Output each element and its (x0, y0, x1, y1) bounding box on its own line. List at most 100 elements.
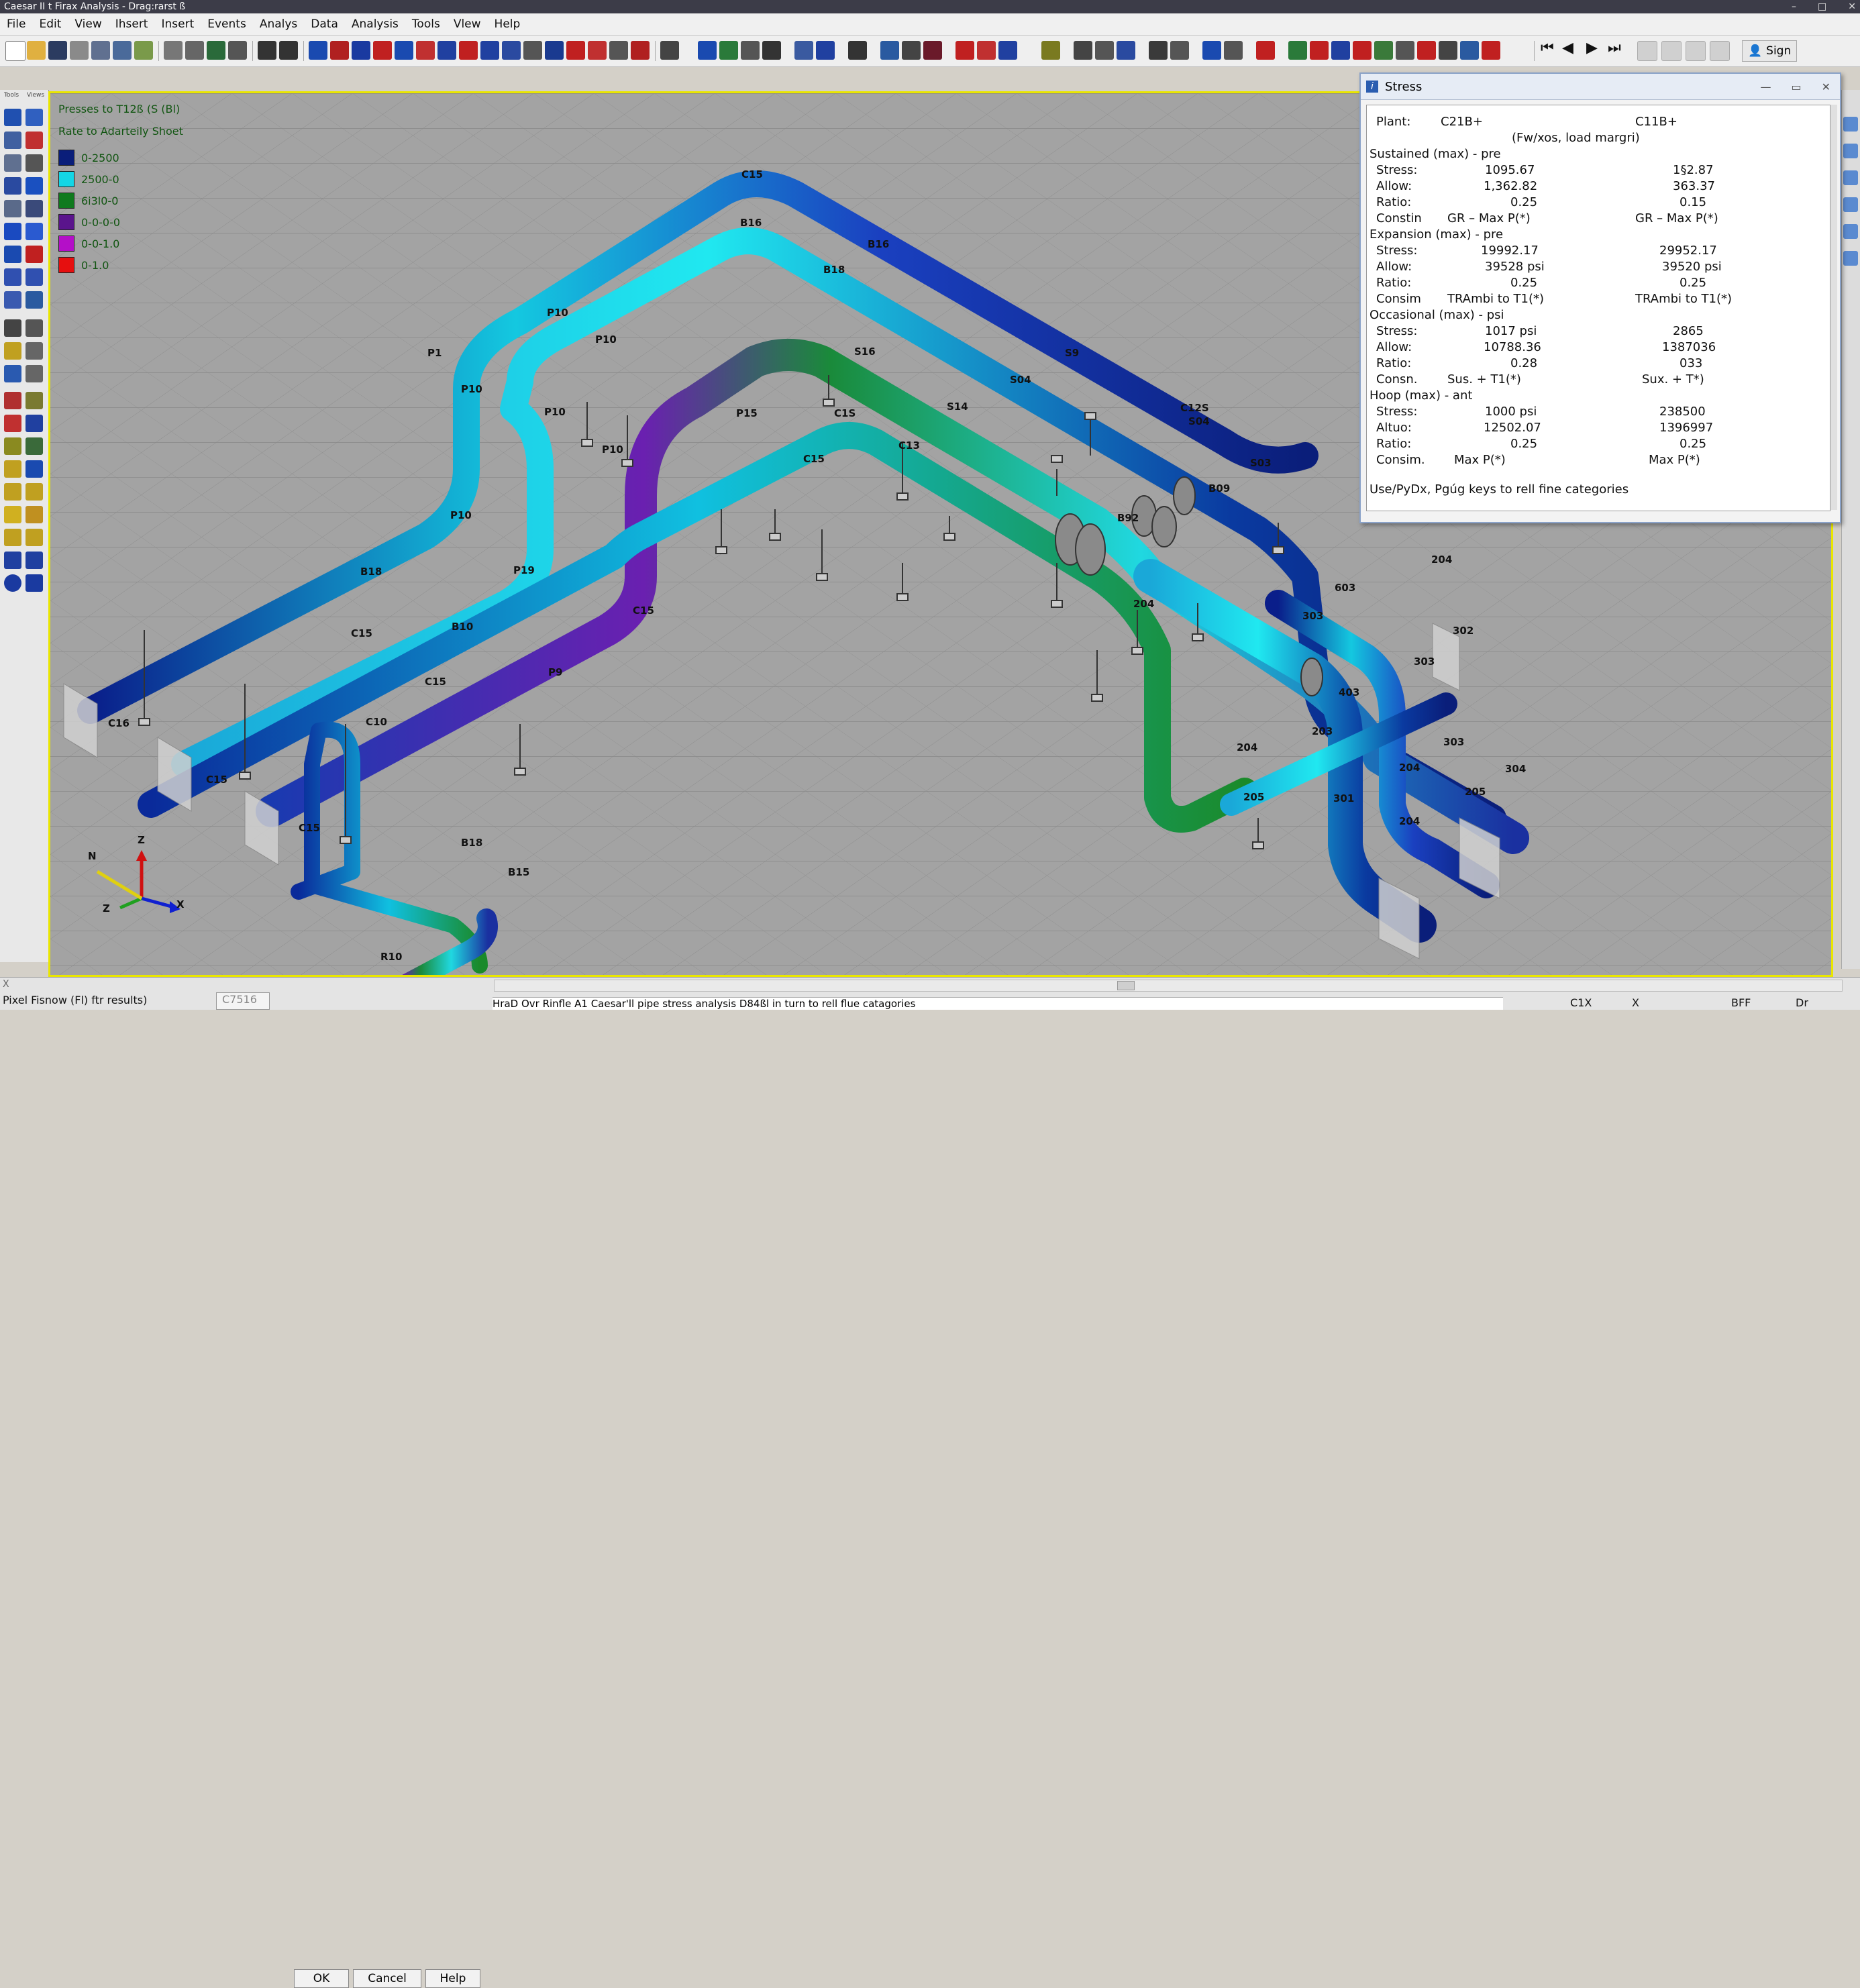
horizontal-scrollbar[interactable] (494, 980, 1843, 992)
anchor-tool-icon[interactable] (4, 177, 21, 195)
panel-close-button[interactable]: ✕ (1822, 81, 1830, 93)
force-icon[interactable] (588, 41, 607, 60)
list-icon[interactable] (1170, 41, 1189, 60)
animate-icon[interactable] (1460, 41, 1479, 60)
nozzle-icon[interactable] (523, 41, 542, 60)
snap-icon[interactable] (902, 41, 921, 60)
first-element-icon[interactable]: ⏮ (1541, 40, 1554, 56)
menu-file[interactable]: File (0, 17, 32, 31)
menu-help[interactable]: Help (488, 17, 527, 31)
menu-view[interactable]: View (68, 17, 108, 31)
cloud-tool-icon[interactable] (25, 177, 43, 195)
support-tool-icon[interactable] (4, 552, 21, 569)
panel-maximize-button[interactable]: ▭ (1791, 81, 1801, 93)
view-front-icon[interactable] (816, 41, 835, 60)
menu-vlew[interactable]: Vlew (447, 17, 488, 31)
new-file-icon[interactable] (5, 41, 25, 61)
right-tool-4-icon[interactable] (1843, 197, 1858, 212)
filter-tool-icon[interactable] (25, 574, 43, 592)
hanger-icon[interactable] (395, 41, 413, 60)
menu-insert[interactable]: Insert (154, 17, 201, 31)
block-tool-icon[interactable] (4, 529, 21, 546)
pointer-tool-icon[interactable] (4, 109, 21, 126)
render-icon[interactable] (923, 41, 942, 60)
menu-data[interactable]: Data (304, 17, 345, 31)
nodes2-tool-icon[interactable] (25, 291, 43, 309)
batch-icon[interactable] (113, 41, 132, 60)
diamond-tool-icon[interactable] (4, 506, 21, 523)
link-tool-icon[interactable] (4, 365, 21, 382)
flange-icon[interactable] (416, 41, 435, 60)
cut-icon[interactable] (164, 41, 183, 60)
pan-icon[interactable] (719, 41, 738, 60)
tank-tool-icon[interactable] (25, 437, 43, 455)
cursor-icon[interactable] (848, 41, 867, 60)
report-icon[interactable] (1095, 41, 1114, 60)
move-tool-icon[interactable] (4, 415, 21, 432)
line-icon[interactable] (955, 41, 974, 60)
restraint-icon[interactable] (373, 41, 392, 60)
ok-button[interactable]: OK (294, 1969, 349, 1988)
static-analysis-icon[interactable] (1288, 41, 1307, 60)
cancel-button[interactable]: Cancel (353, 1969, 421, 1988)
menu-tools[interactable]: Tools (405, 17, 447, 31)
drop-tool-icon[interactable] (25, 223, 43, 240)
menu-analys[interactable]: Analys (253, 17, 304, 31)
help-button[interactable]: Help (425, 1969, 480, 1988)
redo-icon[interactable] (279, 41, 298, 60)
print-icon[interactable] (70, 41, 89, 60)
reducer-icon[interactable] (480, 41, 499, 60)
print-preview-icon[interactable] (91, 41, 110, 60)
summary-icon[interactable] (1439, 41, 1457, 60)
right-tool-5-icon[interactable] (1843, 224, 1858, 239)
right-tool-1-icon[interactable] (1843, 117, 1858, 132)
node-icon[interactable] (977, 41, 996, 60)
measure-icon[interactable] (998, 41, 1017, 60)
uniform-load-icon[interactable] (631, 41, 650, 60)
maximize-button[interactable]: □ (1814, 0, 1826, 13)
panel-minimize-button[interactable]: — (1760, 81, 1771, 93)
fill-tool-icon[interactable] (4, 223, 21, 240)
ruler-tool-icon[interactable] (4, 460, 21, 478)
shape-tool-icon[interactable] (25, 319, 43, 337)
route-tool-icon[interactable] (4, 132, 21, 149)
select-icon[interactable] (309, 41, 327, 60)
menu-ihsert[interactable]: Ihsert (109, 17, 155, 31)
panel-icon[interactable] (1224, 41, 1243, 60)
info-tool-icon[interactable] (4, 574, 21, 592)
status-field[interactable]: C7516 (216, 992, 270, 1010)
valve-icon[interactable] (437, 41, 456, 60)
lines-tool-icon[interactable] (25, 342, 43, 360)
pencil-tool-icon[interactable] (25, 109, 43, 126)
sign-in-button[interactable]: 👤 Sign (1742, 40, 1798, 62)
menu-analysis[interactable]: Analysis (345, 17, 405, 31)
flask-tool-icon[interactable] (4, 246, 21, 263)
tag-tool-icon[interactable] (4, 437, 21, 455)
stack-tool-icon[interactable] (4, 200, 21, 217)
grid-icon[interactable] (880, 41, 899, 60)
tool-disabled-4-icon[interactable] (1710, 41, 1730, 61)
check-tool-icon[interactable] (4, 392, 21, 409)
axis-tool-icon[interactable] (25, 415, 43, 432)
undo-icon[interactable] (258, 41, 276, 60)
open-folder-icon[interactable] (27, 41, 46, 60)
properties-icon[interactable] (609, 41, 628, 60)
table-icon[interactable] (1074, 41, 1092, 60)
arrows-tool-icon[interactable] (25, 392, 43, 409)
export-icon[interactable] (134, 41, 153, 60)
stress-icon[interactable] (1374, 41, 1393, 60)
beam2-tool-icon[interactable] (25, 483, 43, 501)
gear-tool-icon[interactable] (4, 268, 21, 286)
previous-element-icon[interactable]: ◀ (1562, 40, 1573, 56)
brush-tool-icon[interactable] (25, 132, 43, 149)
stress-panel-scrollbar[interactable] (1830, 105, 1837, 510)
cube-tool-icon[interactable] (25, 200, 43, 217)
right-tool-6-icon[interactable] (1843, 251, 1858, 266)
command-line[interactable]: HraD Ovr Rinfle A1 Caesar'll pipe stress… (493, 997, 1503, 1010)
chart-icon[interactable] (1117, 41, 1135, 60)
rotate-icon[interactable] (741, 41, 760, 60)
plate-tool-icon[interactable] (25, 506, 43, 523)
connect-tool-icon[interactable] (25, 460, 43, 478)
element-icon[interactable] (330, 41, 349, 60)
menu-edit[interactable]: Edit (32, 17, 68, 31)
